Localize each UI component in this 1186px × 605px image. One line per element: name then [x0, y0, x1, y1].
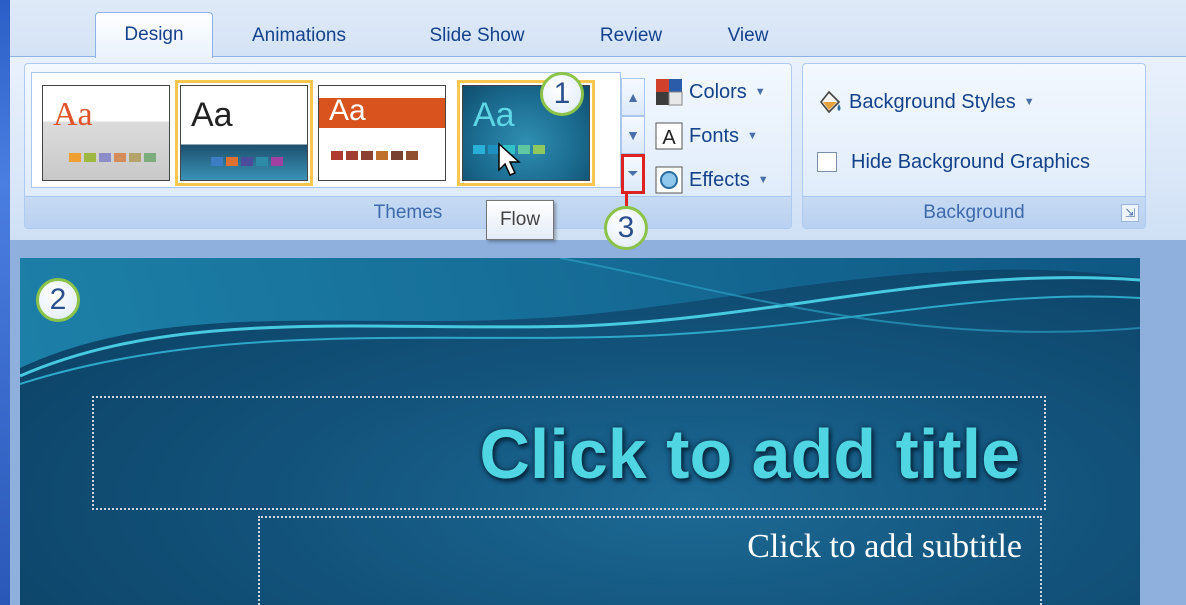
theme-thumbnail-1[interactable]: Aa [42, 85, 170, 181]
subtitle-placeholder[interactable]: Click to add subtitle [258, 516, 1042, 605]
tab-animations[interactable]: Animations [238, 22, 360, 50]
effects-icon [655, 166, 683, 194]
chevron-down-icon: ▼ [757, 174, 769, 186]
background-styles-button[interactable]: Background Styles ▼ [815, 84, 1035, 120]
hide-background-graphics-checkbox[interactable]: Hide Background Graphics [817, 144, 1090, 180]
hide-background-graphics-label: Hide Background Graphics [851, 150, 1091, 173]
fonts-button[interactable]: A Fonts ▼ [655, 118, 758, 154]
mouse-pointer-icon [498, 142, 521, 176]
callout-2: 2 [36, 278, 80, 322]
effects-label: Effects [689, 168, 750, 191]
fonts-icon: A [655, 122, 683, 150]
slide-pane: 2 Click to add title Click to add subtit… [10, 240, 1186, 605]
tab-view[interactable]: View [716, 22, 780, 50]
themes-group: Aa Aa Aa Aa ▲ ▼ ⏷ Colors ▼ A Fonts ▼ Eff… [24, 63, 792, 229]
effects-button[interactable]: Effects ▼ [655, 162, 769, 198]
theme-sample-text: Aa [329, 94, 366, 127]
theme-color-swatches [211, 157, 283, 166]
theme-thumbnail-2[interactable]: Aa [175, 80, 313, 186]
gallery-scroll-up-button[interactable]: ▲ [621, 78, 645, 116]
theme-color-swatches [69, 153, 156, 162]
callout-3: 3 [604, 206, 648, 250]
theme-sample-text: Aa [473, 96, 515, 134]
colors-icon [655, 78, 683, 106]
ribbon: Aa Aa Aa Aa ▲ ▼ ⏷ Colors ▼ A Fonts ▼ Eff… [10, 56, 1186, 240]
tab-slide-show[interactable]: Slide Show [412, 22, 542, 50]
theme-color-swatches [331, 151, 418, 160]
checkbox-box[interactable] [817, 152, 837, 172]
callout-1: 1 [540, 72, 584, 116]
svg-text:A: A [662, 127, 676, 149]
theme-thumbnail-3[interactable]: Aa [318, 85, 446, 181]
themes-group-label: Themes [25, 196, 791, 228]
title-placeholder[interactable]: Click to add title [92, 396, 1046, 510]
background-group: Background Styles ▼ Hide Background Grap… [802, 63, 1146, 229]
background-styles-label: Background Styles [849, 90, 1016, 113]
tab-review[interactable]: Review [588, 22, 674, 50]
theme-sample-text: Aa [53, 96, 93, 133]
dialog-launcher-icon[interactable]: ⇲ [1121, 204, 1139, 222]
fonts-label: Fonts [689, 124, 740, 147]
chevron-down-icon: ▼ [747, 130, 758, 142]
gallery-more-button[interactable]: ⏷ [621, 154, 645, 194]
themes-gallery: Aa Aa Aa Aa [31, 72, 621, 188]
background-group-label: Background [803, 196, 1145, 228]
paint-bucket-icon [815, 88, 843, 116]
colors-label: Colors [689, 80, 747, 103]
chevron-down-icon: ▼ [754, 86, 766, 98]
tab-design[interactable]: Design [95, 12, 213, 58]
ribbon-tab-strip: Design Animations Slide Show Review View [10, 0, 1186, 58]
theme-sample-text: Aa [191, 96, 233, 134]
gallery-scroll-down-button[interactable]: ▼ [621, 116, 645, 154]
colors-button[interactable]: Colors ▼ [655, 74, 766, 110]
slide[interactable]: 2 Click to add title Click to add subtit… [20, 258, 1140, 605]
chevron-down-icon: ▼ [1023, 96, 1035, 108]
theme-tooltip: Flow [486, 200, 554, 240]
